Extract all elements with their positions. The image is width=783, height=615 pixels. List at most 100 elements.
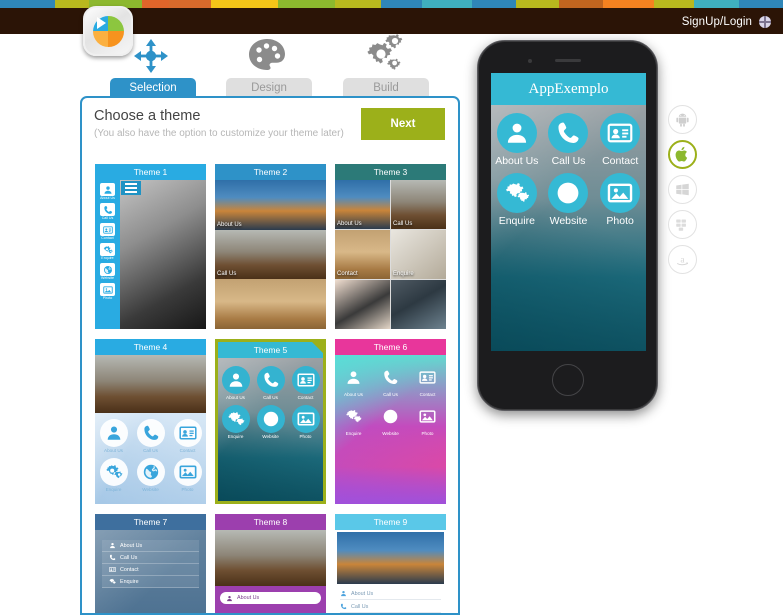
theme-card[interactable]: Theme 8 About Us [215,514,326,613]
list-item[interactable]: About Us [220,592,321,604]
platform-blackberry-button[interactable] [668,210,697,239]
stripe-segment [335,0,382,8]
theme-icon-item[interactable]: Enquire [99,458,128,492]
photo-cell[interactable]: About Us [335,180,390,229]
theme-card[interactable]: Theme 6 About Us Call Us Contact Enquire Webs… [335,339,446,504]
theme-icon-label: Website [262,434,279,439]
svg-text:a: a [680,255,685,265]
platform-windows-button[interactable] [668,175,697,204]
tab-build[interactable]: Build [343,78,429,98]
theme-selection-panel: Choose a theme (You also have the option… [80,96,460,615]
list-item[interactable]: About Us [102,540,199,552]
theme-icon-item[interactable]: Call Us [136,419,165,453]
list-item[interactable]: About Us [95,183,120,200]
phone-screen: AppExemplo About Us Call Us Contact Enquire… [491,73,646,351]
earpiece-speaker [554,59,581,62]
platform-apple-button[interactable] [668,140,697,169]
list-item[interactable]: Contact [102,564,199,576]
theme-card[interactable]: Theme 2 About Us Call Us [215,164,326,329]
photo-cell-grid: About Us Call Us Contact Enquire [335,180,446,329]
theme-card-title: Theme 4 [95,339,206,355]
theme-icon-item[interactable]: Photo [291,405,320,439]
hamburger-icon[interactable] [121,181,141,195]
theme-card-title: Theme 6 [335,339,446,355]
theme-icon-item[interactable]: Call Us [377,363,405,397]
stripe-segment [654,0,695,8]
next-button[interactable]: Next [361,108,445,140]
theme-icon-item[interactable]: About Us [99,419,128,453]
list-item-label: Call Us [120,554,138,561]
tab-design[interactable]: Design [226,78,312,98]
list-item[interactable]: Photo [95,283,120,300]
theme-icon-item[interactable]: Enquire [340,402,368,436]
photo-cell-grid: About Us Call Us [215,180,326,329]
platform-android-button[interactable] [668,105,697,134]
list-item-label: About Us [120,542,143,549]
theme-icon-item[interactable]: Contact [291,366,320,400]
theme-card[interactable]: Theme 4 About Us Call Us Contact Enquire Webs… [95,339,206,504]
preview-icon-item[interactable]: Call Us [548,113,589,167]
platform-amazon-button[interactable]: a [668,245,697,274]
tab-selection[interactable]: Selection [110,78,196,98]
list-item[interactable]: Contact [95,223,120,240]
person-icon [226,595,233,602]
theme-icon-item[interactable]: Photo [173,458,202,492]
photo-cell[interactable]: Contact [335,230,390,279]
stripe-segment [381,0,423,8]
photo-cell[interactable]: Call Us [391,180,446,229]
theme-card[interactable]: Theme 7 About Us Call Us Contact Enquire [95,514,206,613]
globe-icon[interactable] [759,16,771,28]
theme-grid: Theme 1 About Us Call Us Contact Enquire Webs… [95,164,451,613]
photo-cell[interactable] [215,279,326,329]
home-button[interactable] [551,364,584,396]
app-logo[interactable] [83,6,133,56]
theme-icon-item[interactable]: About Us [340,363,368,397]
theme-icon-item[interactable]: Enquire [221,405,250,439]
phone-icon [136,419,165,447]
theme-card-body: About Us Call Us Contact Enquire Website Phot… [335,355,446,504]
gears-icon [340,402,368,430]
theme-card[interactable]: Theme 1 About Us Call Us Contact Enquire Webs… [95,164,206,329]
signup-login-link[interactable]: SignUp/Login [682,16,771,28]
list-item-label: About Us [237,595,260,601]
move-crosshair-icon [134,39,168,73]
list-item-label: Contact [120,566,139,573]
theme-icon-item[interactable]: Website [136,458,165,492]
list-item[interactable]: Enquire [102,576,199,588]
list-item[interactable]: Enquire [95,243,120,260]
stripe-segment [738,0,783,8]
preview-icon-item[interactable]: Photo [600,173,641,227]
list-item[interactable]: Call Us [95,203,120,220]
person-icon [340,363,368,391]
photo-cell[interactable] [391,280,446,329]
gears-icon [108,578,116,585]
theme-card[interactable]: Theme 3 About Us Call Us Contact Enquire [335,164,446,329]
photo-cell[interactable]: About Us [215,180,326,230]
preview-icon-item[interactable]: About Us [495,113,538,167]
phone-icon [256,366,285,394]
theme-icon-item[interactable]: About Us [221,366,250,400]
photo-cell[interactable] [335,280,390,329]
theme-icon-item[interactable]: Website [256,405,285,439]
panel-subtitle: (You also have the option to customize y… [94,128,344,139]
photo-cell[interactable]: Enquire [391,230,446,279]
photo-cell[interactable]: Call Us [215,229,326,280]
theme-icon-label: Call Us [143,448,158,453]
theme-icon-label: Enquire [227,434,244,439]
preview-icon-item[interactable]: Enquire [496,173,537,227]
list-item[interactable]: Website [95,263,120,280]
wizard-tabs: Selection Design Build [110,78,470,98]
list-item[interactable]: Call Us [340,601,441,613]
theme-icon-item[interactable]: Contact [173,419,202,453]
theme-icon-item[interactable]: Contact [414,363,442,397]
preview-icon-item[interactable]: Website [548,173,589,227]
theme-icon-item[interactable]: Photo [414,402,442,436]
list-item[interactable]: Call Us [102,552,199,564]
list-item[interactable]: About Us [340,588,441,600]
theme-card[interactable]: Theme 5 About Us Call Us Contact Enquire Webs… [215,339,326,504]
theme-icon-item[interactable]: Website [377,402,405,436]
theme-card[interactable]: Theme 9 About Us Call Us [335,514,446,613]
theme-icon-item[interactable]: Call Us [256,366,285,400]
theme-card-title: Theme 2 [215,164,326,180]
preview-icon-item[interactable]: Contact [600,113,641,167]
